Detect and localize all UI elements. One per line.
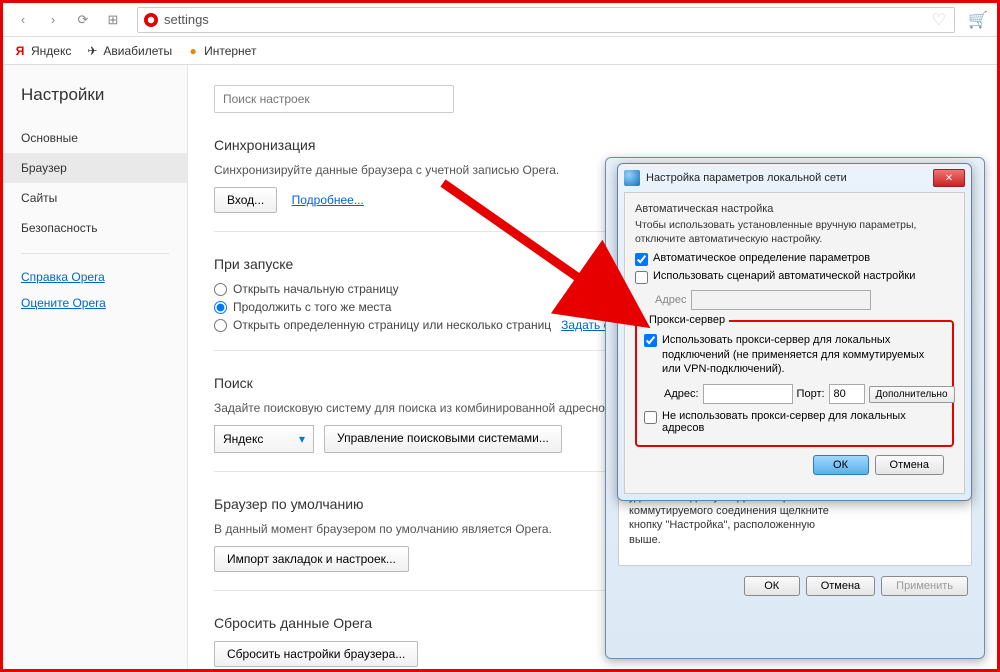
bookmark-yandex[interactable]: Я Яндекс [13,44,71,58]
opera-icon [144,13,158,27]
proxy-address-input[interactable] [703,384,793,404]
proxy-server-group: Прокси-сервер Использовать прокси-сервер… [635,320,954,447]
checkbox-label: Использовать сценарий автоматической нас… [653,270,915,282]
bookmark-label: Интернет [204,44,256,58]
chevron-down-icon: ▾ [299,432,305,446]
sidebar-item-sites[interactable]: Сайты [3,183,187,213]
settings-search-input[interactable] [214,85,454,113]
dialog-body: Автоматическая настройка Чтобы использов… [624,192,965,494]
apply-button[interactable]: Применить [881,576,968,596]
bypass-local-checkbox[interactable]: Не использовать прокси-сервер для локаль… [644,410,945,434]
globe-icon: ● [186,44,200,58]
radio-label: Открыть определенную страницу или нескол… [233,318,551,332]
browser-toolbar: ‹ › ⟳ ⊞ ♡ 🛒 [3,3,997,37]
proxy-legend: Прокси-сервер [645,314,729,326]
favorite-icon[interactable]: ♡ [932,10,946,30]
globe-icon [624,170,640,186]
checkbox-label: Не использовать прокси-сервер для локаль… [662,410,945,434]
page-title: Настройки [3,85,187,123]
manage-search-engines-button[interactable]: Управление поисковыми системами... [324,425,562,453]
cancel-button[interactable]: Отмена [806,576,875,596]
script-address-label: Адрес [655,294,687,306]
sidebar-link-help[interactable]: Справка Opera [3,264,187,290]
auto-config-desc: Чтобы использовать установленные вручную… [635,219,954,246]
radio-label: Продолжить с того же места [233,300,391,314]
proxy-address-label: Адрес: [664,388,699,400]
sidebar-item-browser[interactable]: Браузер [3,153,187,183]
proxy-port-input[interactable] [829,384,865,404]
bookmark-internet[interactable]: ● Интернет [186,44,256,58]
radio-label: Открыть начальную страницу [233,282,399,296]
lan-settings-dialog: Настройка параметров локальной сети ✕ Ав… [617,163,972,501]
dialog-title: Настройка параметров локальной сети [646,172,927,184]
auto-detect-checkbox[interactable]: Автоматическое определение параметров [635,252,954,266]
dialog-titlebar[interactable]: Настройка параметров локальной сети ✕ [618,164,971,192]
url-input[interactable] [164,12,948,27]
settings-sidebar: Настройки Основные Браузер Сайты Безопас… [3,65,188,669]
checkbox-label: Использовать прокси-сервер для локальных… [662,333,945,376]
sync-login-button[interactable]: Вход... [214,187,277,213]
bookmark-tickets[interactable]: ✈ Авиабилеты [85,44,172,58]
close-button[interactable]: ✕ [933,169,965,187]
import-bookmarks-button[interactable]: Импорт закладок и настроек... [214,546,409,572]
script-address-input [691,290,871,310]
select-value: Яндекс [223,432,263,446]
sidebar-divider [21,253,169,254]
ok-button[interactable]: ОК [813,455,869,475]
use-script-checkbox[interactable]: Использовать сценарий автоматической нас… [635,270,954,284]
sync-more-link[interactable]: Подробнее... [292,193,364,207]
yandex-icon: Я [13,44,27,58]
sidebar-link-rate[interactable]: Оцените Opera [3,290,187,316]
bookmark-label: Авиабилеты [103,44,172,58]
plane-icon: ✈ [85,44,99,58]
sidebar-item-basic[interactable]: Основные [3,123,187,153]
proxy-advanced-button[interactable]: Дополнительно [869,386,955,403]
forward-button[interactable]: › [41,8,65,32]
search-engine-select[interactable]: Яндекс ▾ [214,425,314,453]
proxy-port-label: Порт: [797,388,825,400]
back-button[interactable]: ‹ [11,8,35,32]
cart-icon[interactable]: 🛒 [967,9,989,31]
reload-button[interactable]: ⟳ [71,8,95,32]
checkbox-label: Автоматическое определение параметров [653,252,870,264]
sidebar-item-security[interactable]: Безопасность [3,213,187,243]
ok-button[interactable]: ОК [744,576,800,596]
bookmarks-bar: Я Яндекс ✈ Авиабилеты ● Интернет [3,37,997,65]
reset-browser-button[interactable]: Сбросить настройки браузера... [214,641,418,667]
cancel-button[interactable]: Отмена [875,455,944,475]
bookmark-label: Яндекс [31,44,71,58]
auto-config-title: Автоматическая настройка [635,203,954,215]
use-proxy-checkbox[interactable]: Использовать прокси-сервер для локальных… [644,333,945,376]
section-title: Синхронизация [214,137,971,153]
address-bar[interactable]: ♡ [137,7,955,33]
speed-dial-button[interactable]: ⊞ [101,8,125,32]
